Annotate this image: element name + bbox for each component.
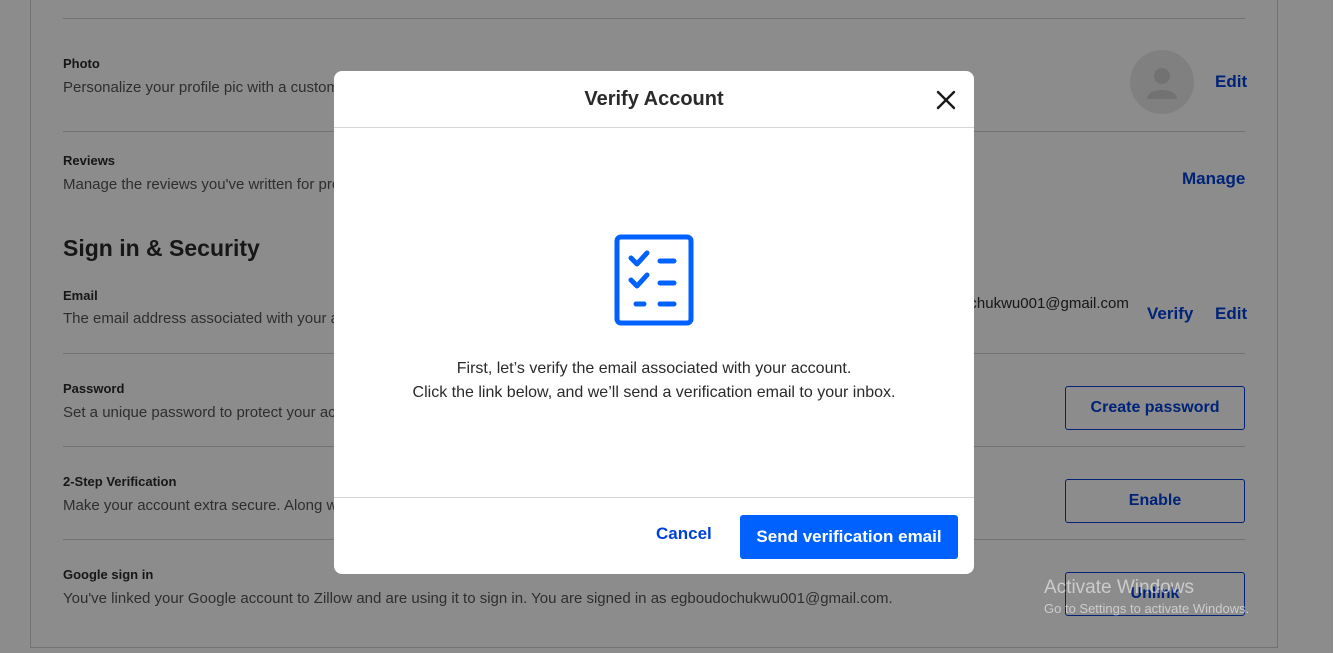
close-icon[interactable]	[934, 88, 958, 112]
verify-account-modal: Verify Account First, let’s verify the e…	[334, 71, 974, 574]
modal-footer: Cancel Send verification email	[334, 497, 974, 574]
modal-title: Verify Account	[584, 87, 724, 110]
modal-message-line-1: First, let’s verify the email associated…	[456, 360, 852, 377]
watermark-title: Activate Windows	[1044, 577, 1194, 598]
send-verification-email-button[interactable]: Send verification email	[740, 515, 958, 559]
watermark-subtitle: Go to Settings to activate Windows.	[1044, 601, 1250, 616]
modal-message: First, let’s verify the email associated…	[334, 357, 974, 405]
modal-message-line-2: Click the link below, and we’ll send a v…	[412, 384, 896, 401]
window-edge	[1333, 0, 1337, 653]
modal-header: Verify Account	[334, 71, 974, 128]
cancel-button[interactable]: Cancel	[656, 524, 712, 544]
checklist-icon	[614, 234, 694, 326]
